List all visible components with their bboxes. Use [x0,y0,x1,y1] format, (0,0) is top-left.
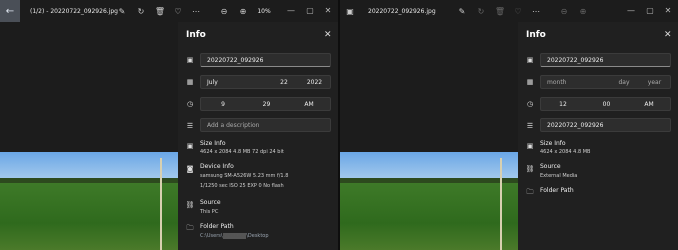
day-field[interactable]: 22 [269,76,299,88]
photos-window-right: ▣ 20220722_092926.jpg ✎ ↻ 🗑 ♡ ⋯ ⊖ ⊕ — ▢ … [340,0,678,250]
clock-icon: ◷ [526,100,534,108]
minute-field[interactable]: 29 [245,98,288,110]
zoom-out-icon[interactable]: ⊖ [558,5,570,17]
link-icon: ⛓ [185,201,195,209]
rotate-icon[interactable]: ↻ [475,5,487,17]
size-info-detail: 4624 x 2084 4.8 MB 72 dpi 24 bit [200,149,284,155]
panel-title: Info [526,30,546,40]
size-info-label: Size Info [200,140,226,147]
size-info-detail: 4624 x 2084 4.8 MB [540,149,591,155]
info-panel: Info ✕ ▣ 20220722_092926 ▦ July 22 2022 … [178,22,338,250]
zoom-in-icon[interactable]: ⊕ [237,5,249,17]
folder-path-suffix: \Desktop [246,233,269,239]
redacted-username: xxxxxxxx [222,233,247,239]
size-icon: ▣ [526,142,534,150]
panel-title: Info [186,30,206,40]
close-window-button[interactable]: ✕ [661,3,675,17]
folder-icon: 🗀 [526,187,534,196]
folder-path-label: Folder Path [200,223,234,230]
month-field[interactable]: month [541,76,609,88]
ampm-field[interactable]: AM [628,98,670,110]
time-picker[interactable]: 9 29 AM [200,97,331,111]
camera-icon: ◙ [186,165,194,173]
favorite-icon[interactable]: ♡ [512,5,524,17]
source-value: This PC [200,209,219,215]
time-picker[interactable]: 12 00 AM [540,97,671,111]
folder-path-prefix: C:\Users\ [200,233,223,239]
ampm-field[interactable]: AM [288,98,330,110]
description-input[interactable]: Add a description [200,118,331,132]
device-info-line1: samsung SM-A526W 5.23 mm f/1.8 [200,173,289,179]
close-panel-icon[interactable]: ✕ [324,30,332,40]
filename-input[interactable]: 20220722_092926 [200,53,331,67]
rotate-icon[interactable]: ↻ [135,5,147,17]
hour-field[interactable]: 9 [201,98,245,110]
size-info-label: Size Info [540,140,566,147]
zoom-out-icon[interactable]: ⊖ [218,5,230,17]
back-button[interactable]: ← [0,0,20,22]
calendar-icon: ▦ [526,78,534,86]
folder-icon: 🗀 [186,223,194,232]
maximize-button[interactable]: ▢ [643,3,657,17]
year-field[interactable]: 2022 [299,76,330,88]
file-title: 20220722_092926.jpg [368,7,436,15]
zoom-in-icon[interactable]: ⊕ [577,5,589,17]
file-title: (1/2) - 20220722_092926.jpg [30,7,118,15]
date-picker[interactable]: month day year [540,75,671,89]
day-field[interactable]: day [609,76,639,88]
edit-icon[interactable]: ✎ [116,5,128,17]
photos-window-left: ← (1/2) - 20220722_092926.jpg ✎ ↻ 🗑 ♡ ⋯ … [0,0,338,250]
hour-field[interactable]: 12 [541,98,585,110]
year-field[interactable]: year [639,76,670,88]
device-info-label: Device Info [200,163,234,170]
arrow-left-icon: ← [5,5,15,17]
filename-input[interactable]: 20220722_092926 [540,53,671,67]
info-panel: Info ✕ ▣ 20220722_092926 ▦ month day yea… [518,22,678,250]
delete-icon[interactable]: 🗑 [154,5,166,17]
favorite-icon[interactable]: ♡ [172,5,184,17]
minimize-button[interactable]: — [624,3,638,17]
close-panel-icon[interactable]: ✕ [664,30,672,40]
link-icon: ⛓ [525,165,535,173]
maximize-button[interactable]: ▢ [303,3,317,17]
screenshot-root: ← (1/2) - 20220722_092926.jpg ✎ ↻ 🗑 ♡ ⋯ … [0,0,678,250]
date-picker[interactable]: July 22 2022 [200,75,331,89]
clock-icon: ◷ [186,100,194,108]
description-icon: ☰ [186,122,194,130]
source-label: Source [540,163,561,170]
more-icon[interactable]: ⋯ [190,5,202,17]
more-icon[interactable]: ⋯ [530,5,542,17]
source-label: Source [200,199,221,206]
folder-path-value[interactable]: C:\Users\xxxxxxxx\Desktop [200,233,269,239]
description-icon: ☰ [526,122,534,130]
minimize-button[interactable]: — [284,3,298,17]
close-window-button[interactable]: ✕ [321,3,335,17]
edit-icon[interactable]: ✎ [456,5,468,17]
photo-preview [0,152,178,250]
image-icon: ▣ [526,56,534,64]
image-icon: ▣ [186,56,194,64]
description-input[interactable]: 20220722_092926 [540,118,671,132]
calendar-icon: ▦ [186,78,194,86]
minute-field[interactable]: 00 [585,98,628,110]
zoom-level: 10% [257,7,271,15]
device-info-line2: 1/1250 sec ISO 25 EXP 0 No flash [200,183,284,189]
month-field[interactable]: July [201,76,269,88]
app-icon: ▣ [346,6,354,16]
folder-path-label: Folder Path [540,187,574,194]
delete-icon[interactable]: 🗑 [494,5,506,17]
photo-preview [340,152,518,250]
size-icon: ▣ [186,142,194,150]
source-value: External Media [540,173,578,179]
